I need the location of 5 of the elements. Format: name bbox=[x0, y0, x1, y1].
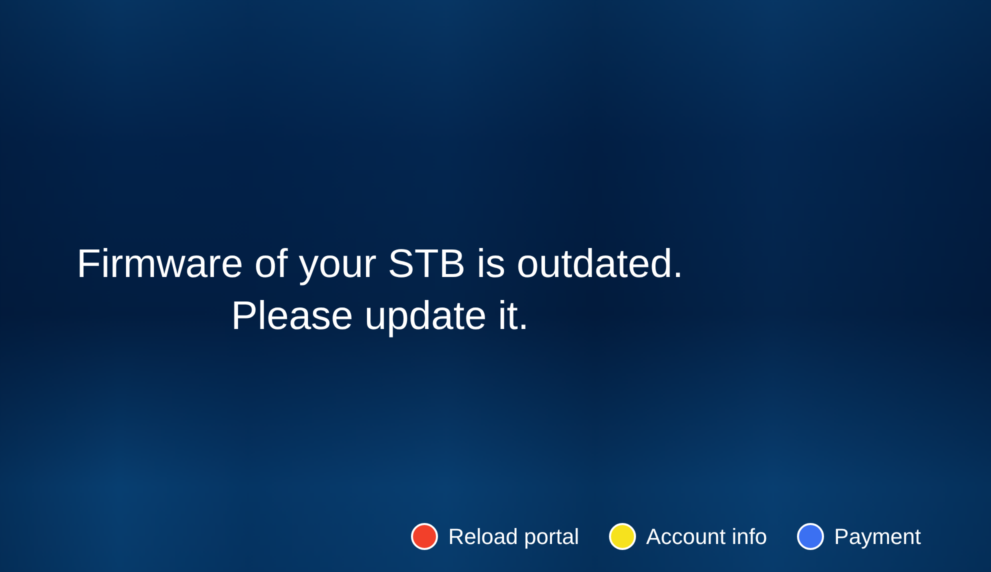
hint-label: Reload portal bbox=[448, 524, 580, 550]
message-text: Please update it. bbox=[230, 293, 530, 340]
message-text: Firmware of your STB is outdated. bbox=[76, 241, 684, 288]
hint-label: Payment bbox=[834, 524, 921, 550]
hint-label: Account info bbox=[646, 524, 768, 550]
